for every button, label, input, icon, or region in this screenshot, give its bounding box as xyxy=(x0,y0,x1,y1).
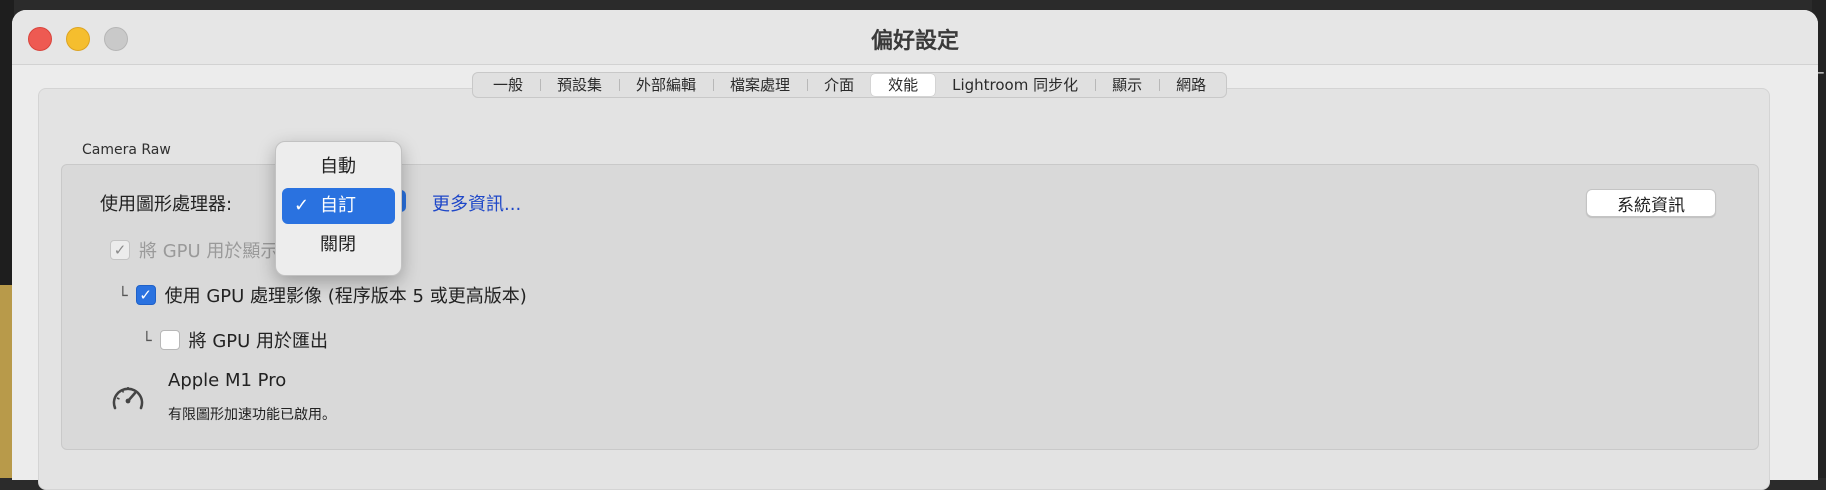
gpu-display-label: 將 GPU 用於顯示 xyxy=(139,241,279,262)
more-info-link[interactable]: 更多資訊... xyxy=(432,190,521,216)
tab-external-editing[interactable]: 外部編輯 xyxy=(619,74,713,96)
gpu-image-processing-checkbox[interactable]: ✓ xyxy=(135,285,156,305)
title-bar: 偏好設定 xyxy=(12,10,1818,65)
tab-interface[interactable]: 介面 xyxy=(807,74,871,96)
menu-item-custom[interactable]: ✓ 自訂 xyxy=(282,188,395,224)
gpu-image-processing-label: 使用 GPU 處理影像 (程序版本 5 或更高版本) xyxy=(164,286,527,307)
checkmark-icon: ✓ xyxy=(113,241,127,259)
option-gpu-display: ✓ 將 GPU 用於顯示 xyxy=(110,237,278,263)
tab-general[interactable]: 一般 xyxy=(476,74,540,96)
option-gpu-image-processing: └ ✓ 使用 GPU 處理影像 (程序版本 5 或更高版本) xyxy=(118,282,527,308)
gpu-processor-label: 使用圖形處理器: xyxy=(100,194,233,215)
system-info-button[interactable]: 系統資訊 xyxy=(1586,189,1716,217)
option-gpu-export: └ 將 GPU 用於匯出 xyxy=(142,327,328,353)
checkmark-icon: ✓ xyxy=(294,195,310,216)
gpu-display-checkbox[interactable]: ✓ xyxy=(110,240,130,260)
tab-network[interactable]: 網路 xyxy=(1159,74,1223,96)
tree-branch-glyph: └ xyxy=(118,285,128,305)
menu-item-off[interactable]: 關閉 xyxy=(282,227,395,263)
gpu-name: Apple M1 Pro xyxy=(168,370,287,391)
menu-item-auto[interactable]: 自動 xyxy=(282,149,395,185)
gpu-export-label: 將 GPU 用於匯出 xyxy=(188,331,329,352)
tab-file-handling[interactable]: 檔案處理 xyxy=(713,74,807,96)
window-title: 偏好設定 xyxy=(870,29,959,54)
tab-display[interactable]: 顯示 xyxy=(1095,74,1159,96)
speedometer-icon xyxy=(112,387,144,410)
preferences-tabs: 一般 預設集 外部編輯 檔案處理 介面 效能 Lightroom 同步化 顯示 … xyxy=(472,72,1228,98)
tab-performance[interactable]: 效能 xyxy=(871,74,936,96)
camera-raw-section-title: Camera Raw xyxy=(82,142,171,158)
tab-lightroom-sync[interactable]: Lightroom 同步化 xyxy=(935,74,1095,96)
gpu-export-checkbox[interactable] xyxy=(159,330,180,350)
gpu-acceleration-status: 有限圖形加速功能已啟用。 xyxy=(168,407,336,423)
tree-branch-glyph: └ xyxy=(142,330,152,350)
tab-presets[interactable]: 預設集 xyxy=(540,74,619,96)
gpu-processor-menu: 自動 ✓ 自訂 關閉 xyxy=(275,141,402,276)
checkmark-icon: ✓ xyxy=(139,286,152,304)
